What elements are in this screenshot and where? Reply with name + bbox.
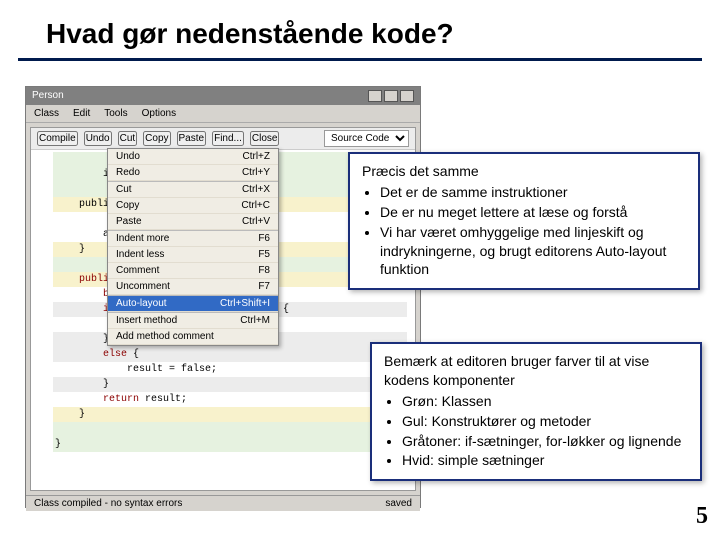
paste-button[interactable]: Paste	[177, 131, 207, 146]
menu-item-paste[interactable]: PasteCtrl+V	[108, 214, 278, 230]
status-left: Class compiled - no syntax errors	[34, 498, 182, 509]
menu-item-indent-less[interactable]: Indent lessF5	[108, 247, 278, 263]
editor-toolbar: Compile Undo Cut Copy Paste Find... Clos…	[31, 128, 415, 150]
compile-button[interactable]: Compile	[37, 131, 78, 146]
callout-bullet: Grøn: Klassen	[402, 392, 688, 411]
callout-bullet: Gul: Konstruktører og metoder	[402, 412, 688, 431]
callout-bullet: Hvid: simple sætninger	[402, 451, 688, 470]
callout-bullet: Vi har været omhyggelige med linjeskift …	[380, 223, 686, 280]
maximize-icon[interactable]	[384, 90, 398, 102]
slide-title: Hvad gør nedenstående kode?	[18, 0, 702, 61]
code-line	[53, 422, 407, 437]
view-select[interactable]: Source Code	[324, 130, 409, 147]
menu-item-copy[interactable]: CopyCtrl+C	[108, 198, 278, 214]
status-right: saved	[385, 498, 412, 509]
edit-dropdown: UndoCtrl+ZRedoCtrl+YCutCtrl+XCopyCtrl+CP…	[107, 148, 279, 346]
callout-2-heading: Bemærk at editoren bruger farver til at …	[384, 352, 688, 390]
menu-item-insert-method[interactable]: Insert methodCtrl+M	[108, 312, 278, 329]
callout-1: Præcis det samme Det er de samme instruk…	[348, 152, 700, 290]
callout-bullet: Det er de samme instruktioner	[380, 183, 686, 202]
menu-class[interactable]: Class	[34, 108, 59, 119]
callout-1-list: Det er de samme instruktionerDe er nu me…	[362, 183, 686, 279]
callout-bullet: De er nu meget lettere at læse og forstå	[380, 203, 686, 222]
close-icon[interactable]	[400, 90, 414, 102]
code-line: }	[53, 377, 407, 392]
minimize-icon[interactable]	[368, 90, 382, 102]
callout-2-list: Grøn: KlassenGul: Konstruktører og metod…	[384, 392, 688, 471]
close-button[interactable]: Close	[250, 131, 280, 146]
menubar: Class Edit Tools Options	[26, 105, 420, 123]
page-number: 5	[696, 503, 708, 530]
cut-button[interactable]: Cut	[118, 131, 138, 146]
statusbar: Class compiled - no syntax errors saved	[26, 495, 420, 511]
menu-item-undo[interactable]: UndoCtrl+Z	[108, 149, 278, 165]
undo-button[interactable]: Undo	[84, 131, 112, 146]
menu-item-auto-layout[interactable]: Auto-layoutCtrl+Shift+I	[108, 295, 278, 312]
menu-tools[interactable]: Tools	[104, 108, 127, 119]
menu-options[interactable]: Options	[142, 108, 176, 119]
menu-item-indent-more[interactable]: Indent moreF6	[108, 230, 278, 247]
editor-titlebar: Person	[26, 87, 420, 105]
menu-item-comment[interactable]: CommentF8	[108, 263, 278, 279]
code-line: }	[53, 437, 407, 452]
code-line: result = false;	[53, 362, 407, 377]
menu-item-add-method-comment[interactable]: Add method comment	[108, 329, 278, 345]
menu-item-redo[interactable]: RedoCtrl+Y	[108, 165, 278, 181]
menu-item-uncomment[interactable]: UncommentF7	[108, 279, 278, 295]
callout-bullet: Gråtoner: if-sætninger, for-løkker og li…	[402, 432, 688, 451]
editor-window: Person Class Edit Tools Options Compile …	[25, 86, 421, 508]
code-line: else {	[53, 347, 407, 362]
window-title: Person	[32, 90, 64, 102]
menu-edit[interactable]: Edit	[73, 108, 90, 119]
callout-1-heading: Præcis det samme	[362, 162, 686, 181]
menu-item-cut[interactable]: CutCtrl+X	[108, 181, 278, 198]
callout-2: Bemærk at editoren bruger farver til at …	[370, 342, 702, 481]
code-line: return result;	[53, 392, 407, 407]
code-line: }	[53, 407, 407, 422]
find-button[interactable]: Find...	[212, 131, 244, 146]
copy-button[interactable]: Copy	[143, 131, 170, 146]
